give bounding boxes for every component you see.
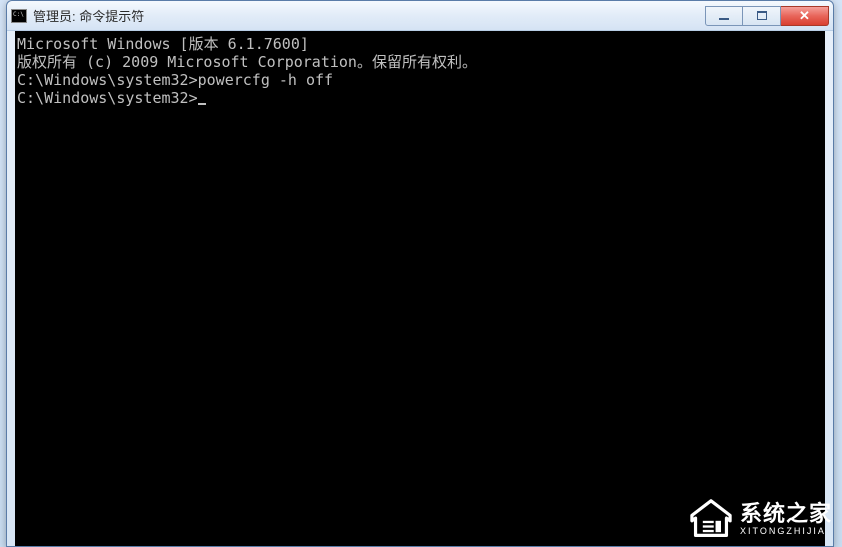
- terminal-prompt-line: C:\Windows\system32>powercfg -h off: [17, 71, 823, 89]
- cursor: [198, 103, 206, 105]
- close-icon: ✕: [799, 8, 810, 24]
- terminal-output: 版权所有 (c) 2009 Microsoft Corporation。保留所有…: [17, 53, 823, 71]
- terminal-output: Microsoft Windows [版本 6.1.7600]: [17, 35, 823, 53]
- prompt-command: powercfg -h off: [198, 71, 333, 89]
- prompt-path: C:\Windows\system32>: [17, 89, 198, 107]
- cmd-window: 管理员: 命令提示符 ✕ Microsoft Windows [版本 6.1.7…: [6, 0, 834, 547]
- maximize-button[interactable]: [743, 6, 781, 26]
- terminal-area[interactable]: Microsoft Windows [版本 6.1.7600] 版权所有 (c)…: [15, 31, 825, 546]
- terminal-prompt-line: C:\Windows\system32>: [17, 89, 823, 107]
- close-button[interactable]: ✕: [781, 6, 829, 26]
- prompt-path: C:\Windows\system32>: [17, 71, 198, 89]
- window-title: 管理员: 命令提示符: [33, 6, 705, 25]
- titlebar[interactable]: 管理员: 命令提示符 ✕: [7, 1, 833, 31]
- cmd-icon: [11, 9, 27, 23]
- minimize-button[interactable]: [705, 6, 743, 26]
- window-controls: ✕: [705, 6, 829, 26]
- maximize-icon: [757, 11, 767, 20]
- minimize-icon: [719, 18, 729, 20]
